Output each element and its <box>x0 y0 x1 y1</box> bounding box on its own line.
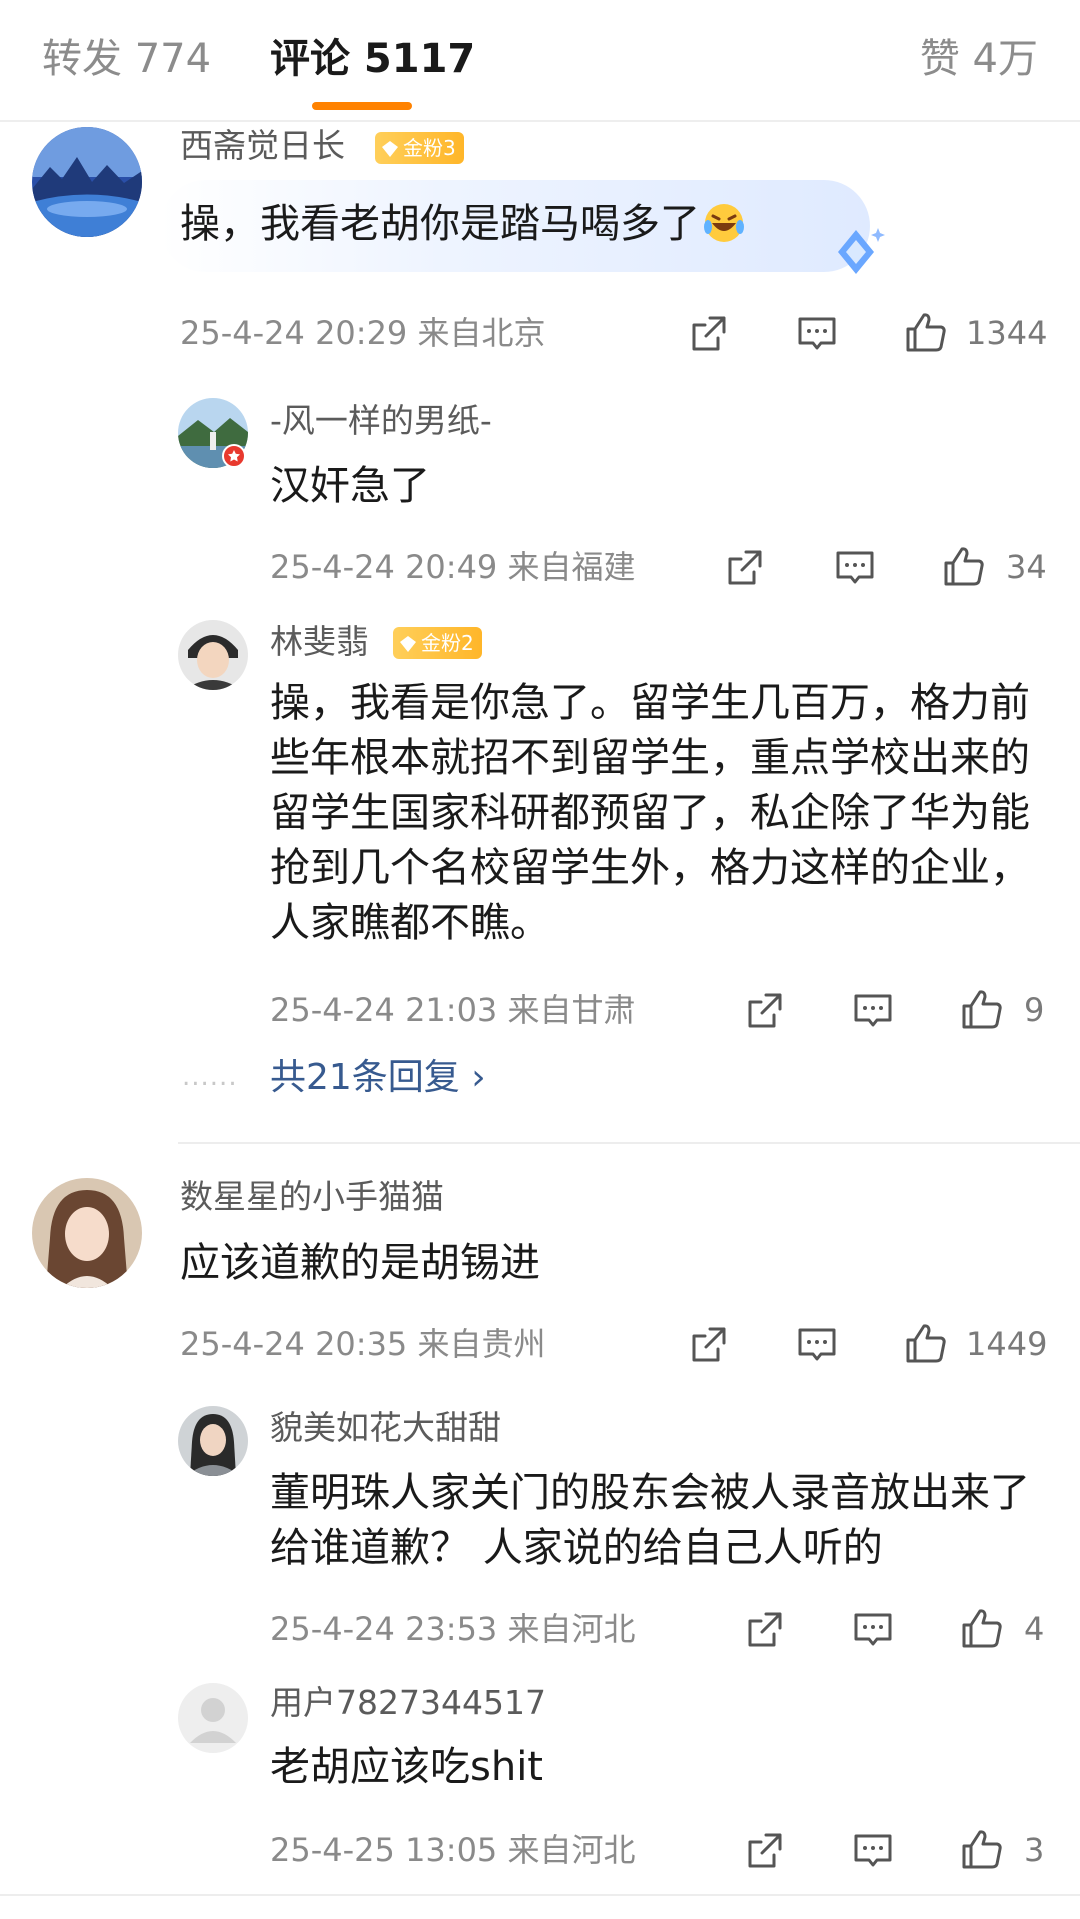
share-button[interactable] <box>724 547 766 589</box>
fan-badge: 金粉3 <box>375 132 464 164</box>
thumbs-up-icon <box>944 547 984 586</box>
thumbs-up-icon <box>962 1609 1002 1648</box>
like-count: 3 <box>1024 1831 1045 1869</box>
comment-tabs: 转发 774 评论 5117 赞 4万 <box>0 0 1080 122</box>
like-button[interactable] <box>904 310 948 354</box>
share-icon <box>748 993 782 1028</box>
username[interactable]: -风一样的男纸- <box>270 401 492 441</box>
avatar[interactable] <box>32 1178 142 1288</box>
like-button[interactable] <box>942 544 986 588</box>
comment-icon <box>836 551 874 584</box>
username[interactable]: 貌美如花大甜甜 <box>270 1408 501 1448</box>
thumbs-up-icon <box>906 313 946 352</box>
thumbs-up-icon <box>962 990 1002 1029</box>
share-button[interactable] <box>688 313 730 355</box>
reply-meta: 25-4-24 21:03 来自甘肃 <box>270 991 636 1029</box>
share-icon <box>748 1612 782 1647</box>
reply-button[interactable] <box>796 1324 838 1366</box>
reply-meta: 25-4-24 20:49 来自福建 <box>270 548 636 586</box>
share-button[interactable] <box>688 1324 730 1366</box>
share-icon <box>748 1833 782 1868</box>
share-button[interactable] <box>744 990 786 1032</box>
reply-text: 操，我看是你急了。留学生几百万，格力前些年根本就招不到留学生，重点学校出来的留学… <box>270 680 1030 946</box>
username[interactable]: 西斋觉日长 <box>180 126 345 166</box>
comment-icon <box>854 994 892 1027</box>
more-replies-link[interactable]: 共21条回复 › <box>270 1056 486 1100</box>
share-icon <box>692 316 726 351</box>
avatar[interactable] <box>178 620 248 690</box>
comment-divider <box>178 1142 1080 1144</box>
share-button[interactable] <box>744 1609 786 1651</box>
comment-icon <box>798 317 836 350</box>
comment-icon <box>854 1613 892 1646</box>
reply-button[interactable] <box>852 990 894 1032</box>
sparkle-decoration-icon <box>838 228 885 274</box>
comment-text: 应该道歉的是胡锡进 <box>180 1240 540 1286</box>
like-count: 1344 <box>966 314 1048 352</box>
tab-comments[interactable]: 评论 5117 <box>270 34 475 84</box>
like-count: 34 <box>1006 548 1047 586</box>
share-button[interactable] <box>744 1830 786 1872</box>
like-button[interactable] <box>904 1321 948 1365</box>
reply-text: 老胡应该吃shit <box>270 1744 543 1790</box>
avatar[interactable] <box>178 1683 248 1753</box>
tab-forward[interactable]: 转发 774 <box>42 34 211 84</box>
comment-meta: 25-4-24 20:35 来自贵州 <box>180 1325 546 1363</box>
more-dots: ...... <box>182 1062 238 1092</box>
like-button[interactable] <box>960 987 1004 1031</box>
reply-text: 汉奸急了 <box>270 463 430 509</box>
fan-badge: 金粉2 <box>393 627 482 659</box>
reply-button[interactable] <box>852 1830 894 1872</box>
thumbs-up-icon <box>962 1830 1002 1869</box>
fan-badge-label: 金粉2 <box>421 631 474 655</box>
reply-button[interactable] <box>834 547 876 589</box>
username[interactable]: 数星星的小手猫猫 <box>180 1177 444 1217</box>
like-count: 9 <box>1024 991 1045 1029</box>
share-icon <box>692 1327 726 1362</box>
reply-button[interactable] <box>796 313 838 355</box>
thumbs-up-icon <box>906 1324 946 1363</box>
fan-badge-label: 金粉3 <box>403 136 456 160</box>
bottom-divider <box>0 1894 1080 1896</box>
share-icon <box>728 550 762 585</box>
reply-meta: 25-4-24 23:53 来自河北 <box>270 1610 636 1648</box>
like-button[interactable] <box>960 1606 1004 1650</box>
reply-meta: 25-4-25 13:05 来自河北 <box>270 1831 636 1869</box>
verified-badge-icon <box>222 444 246 468</box>
diamond-icon <box>382 141 398 157</box>
like-count: 4 <box>1024 1610 1045 1648</box>
comment-text: 操，我看老胡你是踏马喝多了 <box>180 197 746 251</box>
tab-likes[interactable]: 赞 4万 <box>920 34 1038 84</box>
like-button[interactable] <box>960 1827 1004 1871</box>
username[interactable]: 林斐翡 <box>270 622 369 662</box>
comment-icon <box>854 1834 892 1867</box>
comment-icon <box>798 1328 836 1361</box>
active-tab-indicator <box>312 102 412 110</box>
laughing-tears-emoji-icon <box>704 204 744 242</box>
avatar[interactable] <box>178 1406 248 1476</box>
comment-text-content: 操，我看老胡你是踏马喝多了 <box>180 201 700 247</box>
like-count: 1449 <box>966 1325 1048 1363</box>
avatar[interactable] <box>32 127 142 237</box>
diamond-icon <box>400 636 416 652</box>
username[interactable]: 用户7827344517 <box>270 1683 546 1723</box>
reply-button[interactable] <box>852 1609 894 1651</box>
reply-text: 董明珠人家关门的股东会被人录音放出来了 给谁道歉？ 人家说的给自己人听的 <box>270 1470 1030 1571</box>
comment-meta: 25-4-24 20:29 来自北京 <box>180 314 546 352</box>
